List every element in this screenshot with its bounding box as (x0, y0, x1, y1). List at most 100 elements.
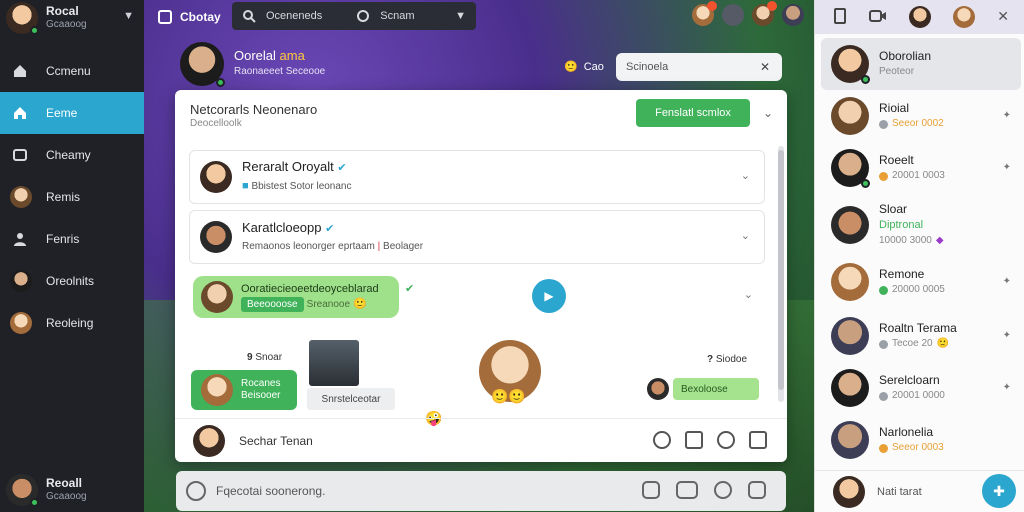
footer-name: Sechar Tenan (239, 433, 313, 448)
home-icon (10, 61, 30, 81)
contact-item[interactable]: Sloar Diptronal 10000 3000 ◆ (821, 196, 1021, 254)
avatar (647, 378, 669, 400)
close-icon[interactable]: ✕ (760, 60, 770, 74)
user-subtitle: Gcaaoog (46, 491, 87, 502)
avatar[interactable] (180, 42, 225, 87)
sidebar-item-oreolnits[interactable]: Oreolnits (0, 260, 144, 302)
user-name: Reoall (46, 476, 83, 490)
add-contact-button[interactable]: ✚ (982, 474, 1016, 508)
gamepad-icon[interactable] (676, 481, 698, 499)
contact-name: Narlonelia (879, 425, 934, 439)
clock-icon[interactable] (722, 4, 744, 26)
footer-name: Nati tarat (877, 485, 922, 498)
info-icon[interactable] (653, 431, 671, 449)
close-icon[interactable]: ✕ (997, 8, 1009, 25)
message-text: Beisooer (241, 390, 281, 401)
attach-icon[interactable] (186, 481, 206, 501)
pin-icon[interactable]: ✦ (1003, 162, 1011, 173)
sidebar-nav: Ccmenu Eeme Cheamy Remis Fenris Oreolnit… (0, 50, 144, 344)
avatar[interactable] (953, 6, 975, 28)
verified-icon: ✔ (405, 283, 415, 295)
avatar[interactable] (909, 6, 931, 28)
sidebar-item-eeme[interactable]: Eeme (0, 92, 144, 134)
avatar (831, 369, 869, 407)
main-area: Cbotay Oceneneds Scnam ▼ Oorelal ama Rao… (144, 0, 814, 512)
emoji-icon: 🙂 (936, 338, 950, 349)
avatar (831, 97, 869, 135)
status-dot (879, 391, 888, 401)
share-icon[interactable] (685, 431, 703, 449)
chevron-down-icon[interactable]: ⌄ (744, 288, 753, 301)
member-row[interactable]: Karatlcloeopp ✔ Remaonos leonorger eprta… (189, 210, 765, 264)
search-icon (242, 9, 256, 23)
chevron-down-icon[interactable]: ▼ (455, 10, 466, 22)
emoji-icon[interactable] (717, 431, 735, 449)
search-option[interactable]: Scnam (356, 9, 415, 23)
chevron-down-icon[interactable]: ⌄ (741, 229, 750, 242)
divider: | (377, 240, 381, 252)
person-icon (10, 229, 30, 249)
chevron-down-icon[interactable]: ⌄ (741, 169, 750, 182)
sidebar-item-remis[interactable]: Remis (0, 176, 144, 218)
contact-item[interactable]: Remone 20000 0005 ✦ (821, 256, 1021, 308)
avatar (10, 186, 32, 208)
notification-avatar[interactable] (692, 1, 717, 26)
message-count-label: Siodoe (715, 354, 748, 365)
left-sidebar: Rocal Gcaaoog ▼ Ccmenu Eeme Cheamy Remis… (0, 0, 144, 512)
emoji-icon[interactable] (714, 481, 732, 499)
avatar[interactable] (782, 4, 804, 26)
sidebar-item-reoleing[interactable]: Reoleing (0, 302, 144, 344)
chat-title-accent: ama (279, 48, 305, 63)
message-input[interactable]: Fqecotai soonerong. (216, 484, 325, 498)
sidebar-item-label: Reoleing (46, 316, 94, 330)
highlight-detail: Sreanooe (306, 299, 351, 310)
avatar (831, 45, 870, 84)
contact-item[interactable]: Narlonelia Seeor 0003 (821, 414, 1021, 466)
avatar (200, 161, 232, 193)
scrollbar-thumb[interactable] (778, 150, 784, 390)
verified-icon: ✔ (337, 162, 347, 174)
profile-switcher[interactable]: Rocal Gcaaoog ▼ (0, 0, 144, 36)
message-bubble[interactable]: Rocanes Beisooer (191, 370, 297, 410)
contact-item[interactable]: Oborolian Peoteor (821, 38, 1021, 90)
save-icon[interactable] (749, 431, 767, 449)
sidebar-item-fenris[interactable]: Fenris (0, 218, 144, 260)
contact-item[interactable]: Roaltn Terama Tecoe 20 🙂 ✦ (821, 310, 1021, 362)
pin-icon[interactable]: ✦ (1003, 330, 1011, 341)
contact-name: Rioial (879, 101, 910, 115)
video-icon[interactable] (869, 9, 887, 26)
search-bar[interactable]: Oceneneds Scnam ▼ (232, 2, 476, 30)
contact-item[interactable]: Serelcloarn 20001 0000 ✦ (821, 362, 1021, 414)
header-status[interactable]: 🙂 Cao (564, 60, 604, 74)
chevron-down-icon[interactable]: ⌄ (763, 106, 773, 120)
contact-item[interactable]: Roeelt 20001 0003 ✦ (821, 142, 1021, 194)
contact-item[interactable]: Rioial Seeor 0002 ✦ (821, 90, 1021, 142)
message-composer[interactable]: Fqecotai soonerong. (176, 471, 786, 511)
chevron-down-icon[interactable]: ▼ (123, 10, 134, 22)
highlighted-member[interactable]: Ooratiecieoeetdeoyceblarad Beeoooose Sre… (193, 276, 399, 318)
header-search-input[interactable]: Scinoela ✕ (616, 53, 782, 81)
pin-icon[interactable]: ✦ (1003, 382, 1011, 393)
sidebar-item-cheamy[interactable]: Cheamy (0, 134, 144, 176)
pin-icon[interactable]: ✦ (1003, 110, 1011, 121)
message-count-label: Snoar (255, 352, 283, 363)
sidebar-item-ccmenu[interactable]: Ccmenu (0, 50, 144, 92)
scrollbar[interactable] (778, 146, 784, 402)
current-user[interactable]: Reoall Gcaaoog (0, 468, 144, 512)
message-bubble[interactable]: Bexoloose (673, 378, 759, 400)
avatar[interactable] (833, 475, 865, 508)
primary-action-button[interactable]: Fenslatl scmlox (636, 99, 750, 127)
search-input[interactable]: Oceneneds (266, 10, 322, 22)
image-icon[interactable] (642, 481, 660, 499)
avatar[interactable] (752, 1, 777, 26)
contact-status: Peoteor (879, 66, 915, 77)
photo-attachment[interactable] (309, 340, 359, 386)
document-icon[interactable] (833, 7, 847, 27)
pin-icon[interactable]: ✦ (1003, 276, 1011, 287)
avatar (193, 424, 225, 457)
play-button[interactable]: ▶ (532, 279, 566, 313)
emoji-icon: 🙂 (353, 298, 367, 310)
gif-icon[interactable] (748, 481, 766, 499)
member-row[interactable]: Reraralt Oroyalt ✔ ■ Bbistest Sotor leon… (189, 150, 765, 204)
search-option-label: Scnam (380, 10, 415, 22)
